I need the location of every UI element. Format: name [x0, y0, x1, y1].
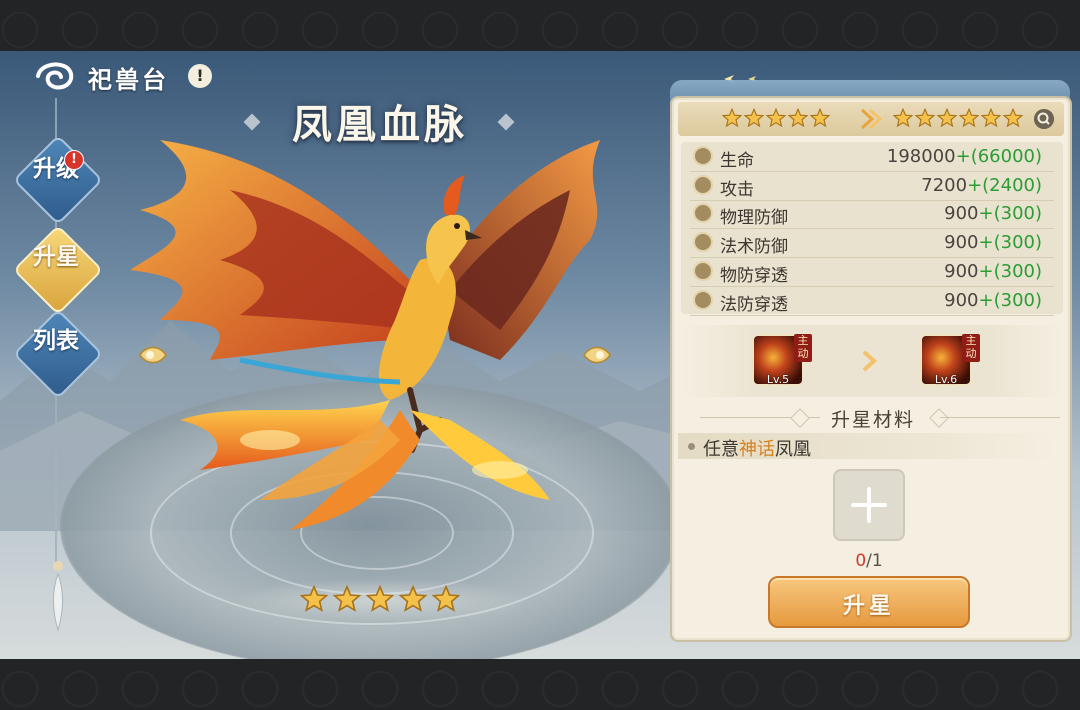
stat-base: 900	[944, 289, 979, 311]
stat-bonus: +(300)	[978, 289, 1042, 311]
stat-value: 900+(300)	[944, 203, 1042, 224]
heart-icon	[693, 146, 713, 166]
search-icon[interactable]	[1034, 109, 1054, 129]
stat-row: 生命 198000+(66000)	[690, 143, 1054, 172]
pierce-icon	[693, 260, 713, 281]
beast-star-rating	[300, 585, 460, 615]
stat-base: 900	[944, 232, 979, 254]
shield-icon	[693, 203, 713, 224]
stat-label: 攻击	[720, 179, 754, 200]
stat-base: 198000	[886, 146, 956, 167]
stat-bonus: +(300)	[978, 260, 1042, 282]
stat-bonus: +(66000)	[955, 146, 1042, 167]
stat-row: 物防穿透 900+(300)	[690, 258, 1054, 287]
materials-title: 升星材料	[830, 409, 915, 431]
current-star-rating	[722, 108, 830, 130]
plus-icon	[851, 487, 887, 523]
stat-bonus: +(300)	[978, 232, 1042, 254]
stat-label: 法术防御	[720, 237, 788, 258]
star-icon	[915, 108, 935, 128]
star-icon	[1003, 108, 1023, 128]
requirement-highlight: 神话	[739, 439, 775, 460]
stat-label: 生命	[720, 151, 754, 171]
stat-base: 900	[944, 203, 979, 225]
back-icon[interactable]	[34, 60, 78, 92]
stat-row: 法术防御 900+(300)	[690, 229, 1054, 259]
star-up-button-label: 升星	[842, 594, 895, 619]
star-icon	[766, 108, 786, 128]
stat-value: 198000+(66000)	[887, 146, 1042, 167]
stat-row: 攻击 7200+(2400)	[690, 172, 1054, 201]
page-title: 祀兽台	[88, 66, 169, 94]
skill-level-next: Lv.6	[934, 373, 958, 386]
stat-label: 物防穿透	[720, 265, 788, 286]
sword-icon	[693, 174, 713, 195]
stat-value: 900+(300)	[944, 232, 1042, 253]
stat-bonus: +(300)	[978, 203, 1042, 225]
star-icon	[399, 585, 427, 612]
next-star-rating	[893, 108, 1023, 130]
star-icon	[432, 585, 460, 612]
menu-label-list: 列表	[33, 328, 79, 354]
magic-shield-icon	[693, 232, 713, 253]
notification-badge: !	[64, 150, 84, 170]
star-icon	[366, 585, 394, 612]
stat-row: 物理防御 900+(300)	[690, 200, 1054, 230]
requirement-prefix: 任意	[703, 439, 739, 460]
bottom-band	[0, 659, 1080, 710]
divider-right	[940, 417, 1060, 418]
requirement-text: 任意神话凤凰	[703, 435, 811, 461]
add-material-slot[interactable]	[833, 469, 905, 541]
star-icon	[893, 108, 913, 128]
skill-tag-next: 主动	[962, 334, 980, 362]
stat-bonus: +(2400)	[967, 174, 1042, 196]
stat-value: 7200+(2400)	[921, 175, 1042, 196]
star-icon	[788, 108, 808, 128]
star-icon	[744, 108, 764, 128]
material-progress: 0/1	[833, 551, 905, 571]
skill-tag-current: 主动	[794, 334, 812, 362]
info-icon[interactable]: !	[188, 64, 212, 88]
stat-value: 900+(300)	[944, 290, 1042, 311]
stat-label: 法防穿透	[720, 294, 788, 315]
star-icon	[300, 585, 328, 612]
progress-current: 0	[855, 551, 867, 571]
bullet-icon	[688, 443, 695, 450]
magic-pierce-icon	[693, 289, 713, 310]
arrow-right-icon	[860, 108, 882, 130]
feather-pendant-icon	[53, 561, 63, 632]
requirement-suffix: 凤凰	[775, 439, 811, 460]
menu-label-star-up: 升星	[33, 244, 79, 270]
skill-level-current: Lv.5	[766, 373, 790, 386]
stat-label: 物理防御	[720, 208, 788, 229]
stat-row: 法防穿透 900+(300)	[690, 287, 1054, 316]
top-band	[0, 0, 1080, 51]
stat-base: 7200	[921, 174, 968, 196]
arrow-right-icon	[862, 350, 877, 372]
star-icon	[333, 585, 361, 612]
star-icon	[981, 108, 1001, 128]
star-icon	[810, 108, 830, 128]
phoenix-illustration	[130, 140, 600, 530]
progress-total: /1	[866, 551, 883, 571]
star-icon	[722, 108, 742, 128]
stat-value: 900+(300)	[944, 261, 1042, 282]
stat-base: 900	[944, 260, 979, 282]
star-icon	[959, 108, 979, 128]
star-icon	[937, 108, 957, 128]
